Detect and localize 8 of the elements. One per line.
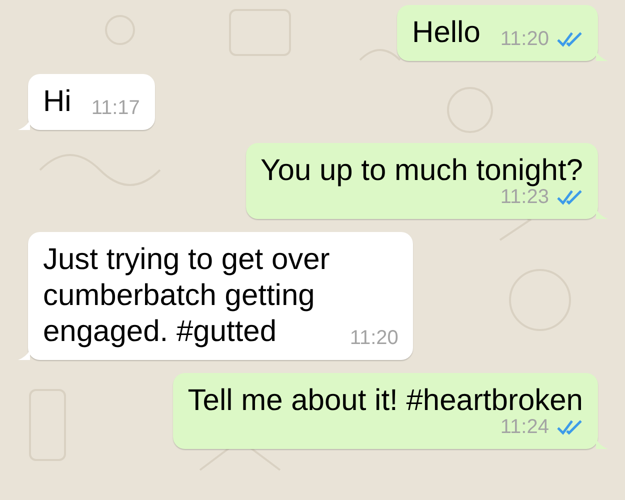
message-time: 11:20	[500, 27, 549, 51]
message-text: Hello	[412, 15, 480, 51]
message-text: You up to much tonight?	[260, 153, 583, 189]
message-text: Just trying to get over cumberbatch getting engaged. #gutted	[43, 242, 330, 350]
message-time: 11:20	[350, 326, 398, 350]
message-time: 11:23	[500, 186, 549, 209]
message-text: Hi	[43, 84, 72, 120]
message-time: 11:17	[91, 96, 140, 120]
